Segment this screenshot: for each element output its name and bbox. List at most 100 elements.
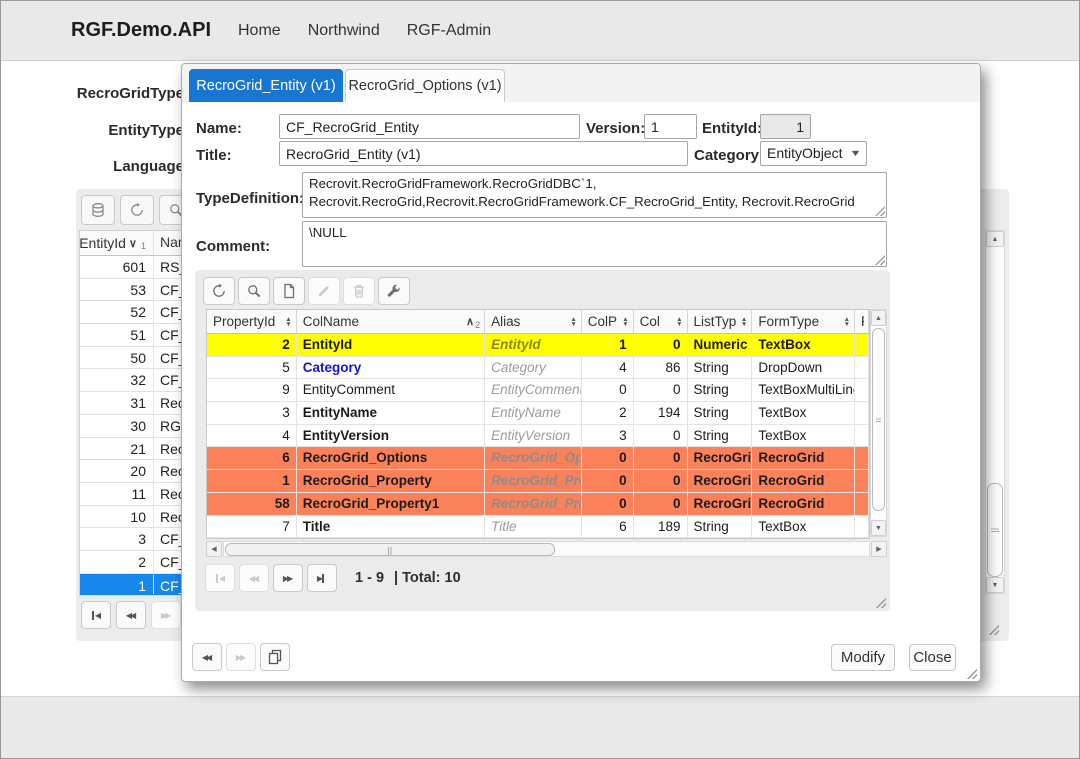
table-row[interactable]: 7TitleTitle6189StringTextBox: [207, 516, 869, 539]
cell: TextBox: [752, 402, 855, 424]
cell: 0: [582, 493, 634, 515]
next-page-icon: ▶▶: [283, 574, 293, 583]
typedefinition-textarea[interactable]: Recrovit.RecroGridFramework.RecroGridDBC…: [302, 172, 887, 218]
next-page-button[interactable]: ▶▶: [273, 564, 303, 592]
column-header-colp[interactable]: ColP▲▼: [582, 310, 634, 333]
prev-page-icon: ◀◀: [249, 574, 259, 583]
property-grid-header: PropertyId▲▼ColName∧2Alias▲▼ColP▲▼Col▲▼L…: [207, 310, 869, 334]
page-vertical-scrollbar[interactable]: ▲ ▼: [985, 230, 1005, 594]
table-row[interactable]: 1RecroGrid_PropertyRecroGrid_Property00R…: [207, 470, 869, 493]
table-row[interactable]: 6RecroGrid_OptionsRecroGrid_Options00Rec…: [207, 447, 869, 470]
category-select[interactable]: EntityObject ▼: [760, 141, 867, 166]
table-row[interactable]: 58RecroGrid_Property1RecroGrid_Property1…: [207, 493, 869, 516]
scroll-up-icon[interactable]: ▲: [986, 231, 1004, 247]
column-header-formtype[interactable]: FormType▲▼: [752, 310, 855, 333]
next-page-button: ▶▶: [151, 601, 181, 629]
column-header-listtyp[interactable]: ListTyp▲▼: [688, 310, 753, 333]
tab-recrogrid-options[interactable]: RecroGrid_Options (v1): [345, 69, 505, 102]
first-page-icon: ◀: [215, 574, 225, 583]
cell: RecroGrid: [752, 447, 855, 469]
modify-button[interactable]: Modify: [831, 644, 895, 671]
column-header-colname[interactable]: ColName∧2: [297, 310, 485, 333]
table-row[interactable]: 3EntityNameEntityName2194StringTextBox: [207, 402, 869, 425]
cell: 0: [634, 447, 688, 469]
wrench-button[interactable]: [378, 277, 410, 305]
prev-page-button: ◀◀: [239, 564, 269, 592]
scroll-up-icon[interactable]: ▲: [871, 310, 886, 326]
scrollbar-thumb[interactable]: [872, 328, 885, 511]
cell: String: [688, 402, 753, 424]
prev-record-button[interactable]: ◀◀: [192, 643, 222, 671]
dialog-tabstrip: RecroGrid_Entity (v1) RecroGrid_Options …: [182, 64, 980, 102]
search-button[interactable]: [238, 277, 270, 305]
grid-panel-resize-grip[interactable]: [874, 596, 886, 608]
cell: [855, 447, 869, 469]
column-header-alias[interactable]: Alias▲▼: [485, 310, 582, 333]
column-header-col[interactable]: Col▲▼: [634, 310, 688, 333]
new-doc-button[interactable]: [273, 277, 305, 305]
cell: [855, 357, 869, 379]
cell: 6: [582, 516, 634, 538]
column-header-propertyid[interactable]: PropertyId▲▼: [207, 310, 297, 333]
scroll-down-icon[interactable]: ▼: [871, 520, 886, 536]
tab-recrogrid-entity[interactable]: RecroGrid_Entity (v1): [189, 69, 343, 102]
cell: EntityId: [297, 334, 485, 356]
scroll-right-icon[interactable]: ▶: [871, 541, 887, 557]
entityid-label: EntityId:: [702, 120, 762, 137]
table-row[interactable]: 9EntityCommentEntityComment00StringTextB…: [207, 379, 869, 402]
cell: RecroGrid: [688, 470, 753, 492]
property-grid-toolbar: [203, 277, 410, 305]
prev-page-button[interactable]: ◀◀: [116, 601, 146, 629]
data-button[interactable]: [81, 195, 115, 225]
scrollbar-thumb[interactable]: [225, 543, 555, 556]
first-page-button[interactable]: ◀: [81, 601, 111, 629]
category-label: Category:: [694, 147, 764, 164]
table-row[interactable]: 4EntityVersionEntityVersion30StringTextB…: [207, 425, 869, 448]
cell: Title: [297, 516, 485, 538]
cell: EntityVersion: [297, 425, 485, 447]
scrollbar-thumb[interactable]: [987, 483, 1003, 577]
refresh-button[interactable]: [120, 195, 154, 225]
cell-entityid: 20: [80, 460, 154, 482]
title-label: Title:: [196, 147, 232, 164]
last-page-button[interactable]: ▶: [307, 564, 337, 592]
property-grid-pager: ◀◀◀▶▶▶ 1 - 9 | Total: 10: [205, 564, 461, 592]
name-input[interactable]: [279, 114, 580, 139]
sort-both-icon: ▲▼: [676, 317, 682, 327]
cell-entityid: 3: [80, 528, 154, 550]
scrollbar-track[interactable]: [223, 541, 870, 557]
cell: 4: [207, 425, 297, 447]
close-button[interactable]: Close: [909, 644, 956, 671]
cell-entityid: 30: [80, 415, 154, 437]
title-input[interactable]: [279, 141, 688, 166]
nav-item-home[interactable]: Home: [238, 22, 281, 40]
column-header-f[interactable]: F: [855, 310, 869, 333]
prev-record-icon: ◀◀: [202, 653, 212, 662]
version-input[interactable]: [644, 114, 697, 139]
thumb-grip: [388, 547, 393, 555]
cell-entityid: 21: [80, 438, 154, 460]
scroll-left-icon[interactable]: ◀: [206, 541, 222, 557]
copy-button[interactable]: [260, 643, 290, 671]
grid-vertical-scrollbar[interactable]: ▲ ▼: [870, 309, 887, 537]
property-grid-panel: PropertyId▲▼ColName∧2Alias▲▼ColP▲▼Col▲▼L…: [195, 270, 890, 611]
dialog-resize-grip[interactable]: [965, 667, 977, 679]
scroll-down-icon[interactable]: ▼: [986, 577, 1004, 593]
comment-label: Comment:: [196, 238, 270, 255]
edit-pencil-icon: [316, 283, 332, 299]
screen: RGF.Demo.API Home Northwind RGF-Admin Re…: [0, 0, 1080, 759]
next-record-icon: ▶▶: [236, 653, 246, 662]
comment-textarea[interactable]: \NULL: [302, 221, 887, 267]
pager-range: 1 - 9: [355, 570, 384, 586]
nav-item-northwind[interactable]: Northwind: [308, 22, 380, 40]
cell: RecroGrid_Property1: [485, 493, 582, 515]
typedefinition-label: TypeDefinition:: [196, 190, 304, 207]
background-panel-resize-grip[interactable]: [987, 623, 999, 635]
column-header-entityid[interactable]: EntityId ∨1: [80, 231, 154, 255]
table-row[interactable]: 5CategoryCategory486StringDropDown: [207, 357, 869, 380]
nav-item-rgf-admin[interactable]: RGF-Admin: [407, 22, 491, 40]
table-row[interactable]: 2EntityIdEntityId10NumericTextBox: [207, 334, 869, 357]
grid-horizontal-scrollbar[interactable]: ◀ ▶: [206, 541, 887, 558]
refresh-button[interactable]: [203, 277, 235, 305]
pager-total: | Total: 10: [394, 570, 461, 586]
